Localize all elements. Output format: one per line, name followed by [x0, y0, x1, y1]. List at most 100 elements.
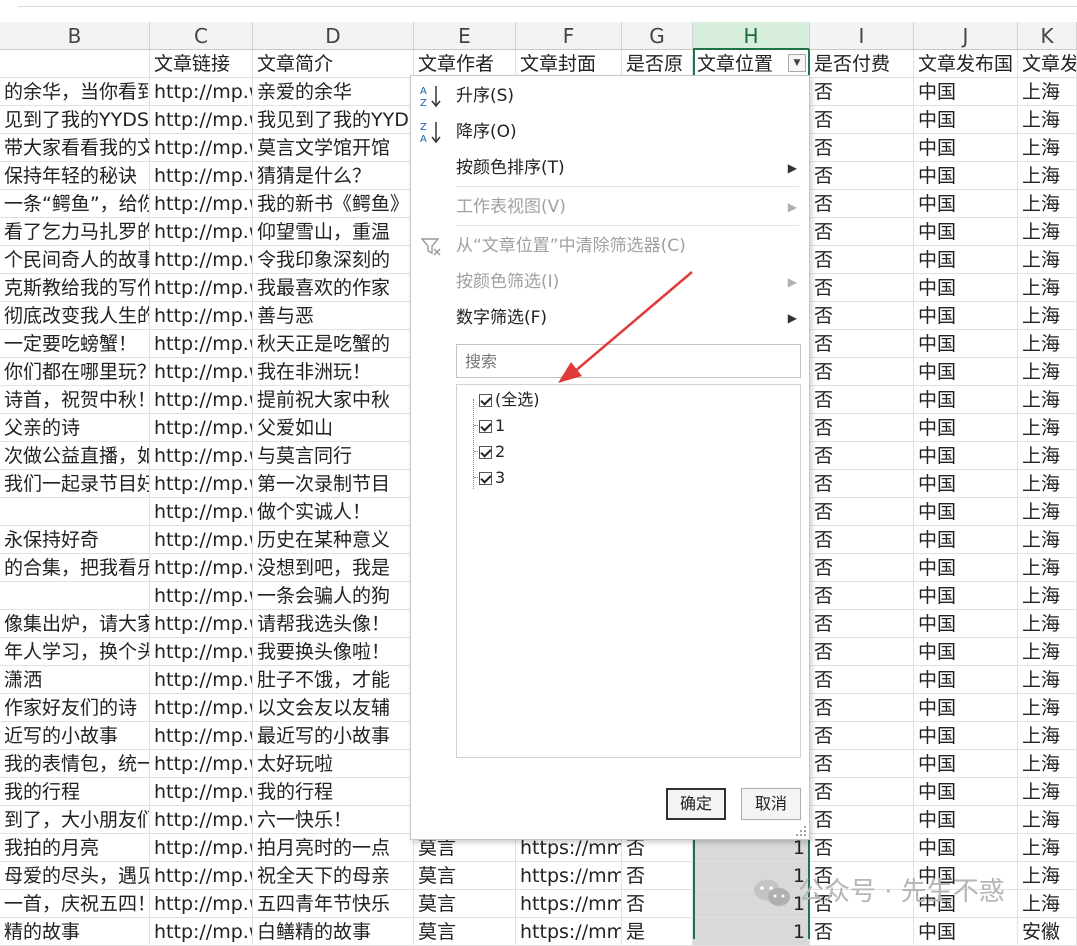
cell-j[interactable]: 中国 — [914, 442, 1018, 470]
column-letter-g[interactable]: G — [622, 22, 693, 50]
cell-b[interactable]: 次做公益直播，如 — [0, 442, 150, 470]
cell-i[interactable]: 否 — [810, 106, 914, 134]
cell-f[interactable]: https://mmbiz — [516, 918, 622, 946]
cell-i[interactable]: 否 — [810, 134, 914, 162]
cell-b[interactable]: 永保持好奇 — [0, 526, 150, 554]
cell-i[interactable]: 否 — [810, 218, 914, 246]
cell-i[interactable]: 否 — [810, 190, 914, 218]
cell-i[interactable]: 否 — [810, 694, 914, 722]
cell-d[interactable]: 我的行程 — [253, 778, 414, 806]
cell-h[interactable]: 1 — [693, 918, 810, 946]
header-cell-b[interactable] — [0, 50, 150, 78]
column-letter-i[interactable]: I — [810, 22, 914, 50]
cell-b[interactable]: 近写的小故事 — [0, 722, 150, 750]
cell-j[interactable]: 中国 — [914, 358, 1018, 386]
cell-j[interactable]: 中国 — [914, 330, 1018, 358]
cell-c[interactable]: http://mp.weixin — [150, 554, 253, 582]
cell-j[interactable]: 中国 — [914, 470, 1018, 498]
cell-k[interactable]: 上海 — [1018, 190, 1077, 218]
filter-dropdown-button[interactable]: ▼ — [788, 54, 806, 72]
cell-i[interactable]: 否 — [810, 498, 914, 526]
cell-b[interactable]: 像集出炉，请大家 — [0, 610, 150, 638]
cell-k[interactable]: 上海 — [1018, 666, 1077, 694]
cell-k[interactable]: 上海 — [1018, 162, 1077, 190]
cell-d[interactable]: 肚子不饿，才能 — [253, 666, 414, 694]
column-letter-j[interactable]: J — [914, 22, 1018, 50]
cell-d[interactable]: 第一次录制节目 — [253, 470, 414, 498]
cell-i[interactable]: 否 — [810, 582, 914, 610]
cell-b[interactable] — [0, 582, 150, 610]
cell-b[interactable]: 精的故事 — [0, 918, 150, 946]
cell-c[interactable]: http://mp.weixin — [150, 722, 253, 750]
cell-d[interactable]: 请帮我选头像！ — [253, 610, 414, 638]
cell-i[interactable]: 否 — [810, 330, 914, 358]
checkbox-select-all[interactable]: (全选) — [479, 388, 540, 412]
header-cell-d[interactable]: 文章简介 — [253, 50, 414, 78]
cell-c[interactable]: http://mp.weixin — [150, 162, 253, 190]
cell-c[interactable]: http://mp.weixin — [150, 414, 253, 442]
cell-i[interactable]: 否 — [810, 386, 914, 414]
cell-b[interactable]: 我拍的月亮 — [0, 834, 150, 862]
cell-j[interactable]: 中国 — [914, 582, 1018, 610]
cell-e[interactable]: 莫言 — [414, 890, 516, 918]
menu-item-sort-ascending[interactable]: A Z 升序(S) — [411, 79, 809, 113]
cell-k[interactable]: 上海 — [1018, 106, 1077, 134]
cell-j[interactable]: 中国 — [914, 666, 1018, 694]
cell-f[interactable]: https://mmbiz — [516, 862, 622, 890]
ok-button[interactable]: 确定 — [666, 788, 726, 820]
cell-j[interactable]: 中国 — [914, 638, 1018, 666]
cell-d[interactable]: 我的新书《鳄鱼》 — [253, 190, 414, 218]
cell-c[interactable]: http://mp.weixin — [150, 582, 253, 610]
cell-k[interactable]: 上海 — [1018, 386, 1077, 414]
cell-k[interactable]: 上海 — [1018, 498, 1077, 526]
header-cell-k[interactable]: 文章发 — [1018, 50, 1077, 78]
cell-d[interactable]: 五四青年节快乐 — [253, 890, 414, 918]
cell-d[interactable]: 我要换头像啦！ — [253, 638, 414, 666]
cell-b[interactable]: 彻底改变我人生的一 — [0, 302, 150, 330]
cell-k[interactable]: 上海 — [1018, 414, 1077, 442]
cell-b[interactable]: 我们一起录节目好 — [0, 470, 150, 498]
cell-i[interactable]: 否 — [810, 358, 914, 386]
cell-c[interactable]: http://mp.weixin — [150, 330, 253, 358]
cell-b[interactable]: 个民间奇人的故事 — [0, 246, 150, 274]
menu-item-number-filters[interactable]: 数字筛选(F) ▶ — [411, 301, 809, 335]
cell-g[interactable]: 否 — [622, 862, 693, 890]
cell-k[interactable]: 上海 — [1018, 274, 1077, 302]
cell-b[interactable]: 的合集，把我看乐 — [0, 554, 150, 582]
cell-c[interactable]: http://mp.weixin — [150, 246, 253, 274]
cell-c[interactable]: http://mp.weixin — [150, 442, 253, 470]
cell-k[interactable]: 上海 — [1018, 778, 1077, 806]
cell-c[interactable]: http://mp.weixin — [150, 358, 253, 386]
cell-d[interactable]: 亲爱的余华 — [253, 78, 414, 106]
cell-d[interactable]: 最近写的小故事 — [253, 722, 414, 750]
cell-d[interactable]: 白鳝精的故事 — [253, 918, 414, 946]
header-cell-j[interactable]: 文章发布国 — [914, 50, 1018, 78]
cell-d[interactable]: 一条会骗人的狗 — [253, 582, 414, 610]
cell-j[interactable]: 中国 — [914, 750, 1018, 778]
cell-k[interactable]: 上海 — [1018, 442, 1077, 470]
cell-d[interactable]: 令我印象深刻的 — [253, 246, 414, 274]
cell-b[interactable]: 一定要吃螃蟹！ — [0, 330, 150, 358]
cell-c[interactable]: http://mp.weixin — [150, 638, 253, 666]
header-cell-c[interactable]: 文章链接 — [150, 50, 253, 78]
cell-j[interactable]: 中国 — [914, 806, 1018, 834]
cell-i[interactable]: 否 — [810, 470, 914, 498]
formula-bar[interactable] — [18, 0, 1077, 7]
cell-d[interactable]: 以文会友以友辅 — [253, 694, 414, 722]
cell-j[interactable]: 中国 — [914, 386, 1018, 414]
cell-c[interactable]: http://mp.weixin — [150, 470, 253, 498]
cell-c[interactable]: http://mp.weixin — [150, 134, 253, 162]
cell-i[interactable]: 否 — [810, 302, 914, 330]
column-letter-e[interactable]: E — [414, 22, 516, 50]
cell-c[interactable]: http://mp.weixin — [150, 862, 253, 890]
cell-i[interactable]: 否 — [810, 610, 914, 638]
cell-d[interactable]: 我在非洲玩！ — [253, 358, 414, 386]
cell-j[interactable]: 中国 — [914, 414, 1018, 442]
cell-k[interactable]: 上海 — [1018, 722, 1077, 750]
cell-b[interactable]: 作家好友们的诗 — [0, 694, 150, 722]
cell-c[interactable]: http://mp.weixin — [150, 890, 253, 918]
column-letter-h[interactable]: H — [693, 22, 810, 50]
cell-c[interactable]: http://mp.weixin — [150, 834, 253, 862]
cell-k[interactable]: 上海 — [1018, 694, 1077, 722]
cell-c[interactable]: http://mp.weixin — [150, 750, 253, 778]
